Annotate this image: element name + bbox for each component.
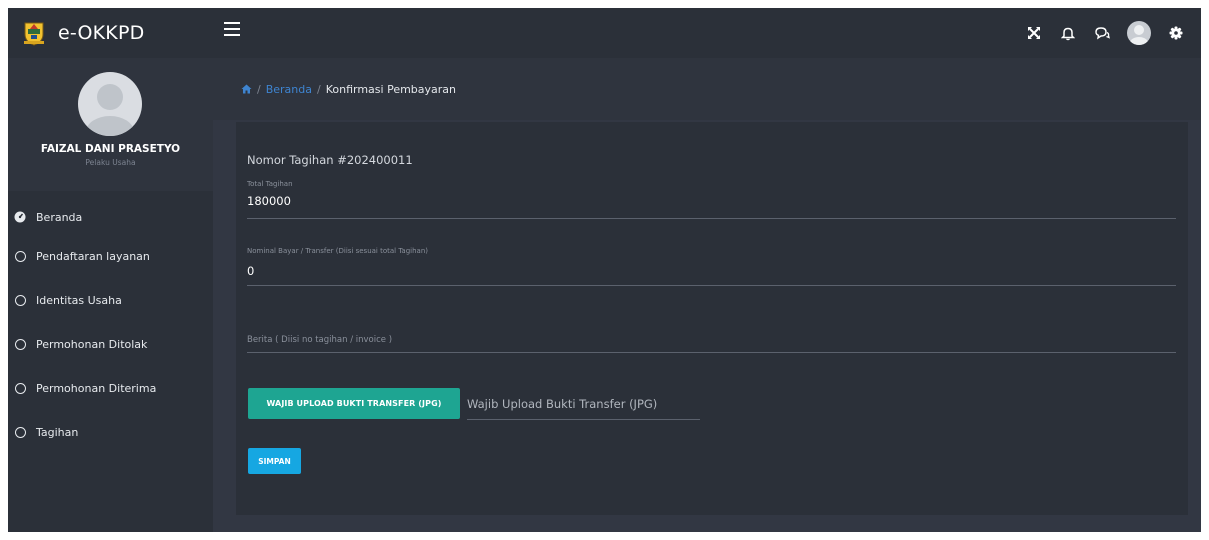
sidebar-item-permohonan-ditolak[interactable]: Permohonan Ditolak	[8, 322, 213, 366]
top-navbar: e-OKKPD	[8, 8, 1201, 58]
sidebar: FAIZAL DANI PRASETYO Pelaku Usaha Berand…	[8, 58, 213, 532]
upload-proof-button[interactable]: WAJIB UPLOAD BUKTI TRANSFER (JPG)	[248, 388, 460, 419]
save-button[interactable]: SIMPAN	[248, 448, 301, 474]
sidebar-menu: Beranda Pendaftaran layanan Identitas Us…	[8, 208, 213, 454]
chat-icon[interactable]	[1093, 24, 1111, 42]
total-tagihan-field: Total Tagihan 180000	[247, 180, 1176, 219]
invoice-number: Nomor Tagihan #202400011	[247, 153, 413, 167]
total-tagihan-value: 180000	[247, 194, 291, 208]
payment-confirmation-card: Nomor Tagihan #202400011 Total Tagihan 1…	[236, 122, 1188, 515]
berita-field	[247, 322, 1176, 353]
berita-input[interactable]	[247, 330, 1176, 346]
gear-icon[interactable]	[1167, 24, 1185, 42]
fullscreen-icon[interactable]	[1025, 24, 1043, 42]
home-icon[interactable]	[241, 84, 252, 94]
user-name: FAIZAL DANI PRASETYO	[40, 143, 181, 155]
nominal-bayar-label: Nominal Bayar / Transfer (Diisi sesuai t…	[247, 247, 429, 255]
circle-icon	[14, 250, 26, 262]
brand[interactable]: e-OKKPD	[8, 8, 213, 58]
circle-icon	[14, 338, 26, 350]
hamburger-icon[interactable]	[224, 22, 240, 36]
app-name: e-OKKPD	[58, 22, 145, 44]
circle-icon	[14, 426, 26, 438]
sidebar-item-label: Beranda	[36, 210, 83, 224]
sidebar-item-label: Permohonan Diterima	[36, 381, 157, 395]
sidebar-item-identitas-usaha[interactable]: Identitas Usaha	[8, 278, 213, 322]
sidebar-item-beranda[interactable]: Beranda	[8, 200, 213, 234]
province-emblem-icon	[24, 22, 44, 46]
sidebar-item-label: Permohonan Ditolak	[36, 337, 148, 351]
app-frame: e-OKKPD FAIZAL DANI PRASETYO Pelaku Usah…	[8, 8, 1201, 532]
sidebar-item-label: Identitas Usaha	[36, 293, 122, 307]
upload-proof-field	[467, 390, 700, 420]
breadcrumb-separator: /	[257, 82, 261, 96]
nominal-bayar-field: Nominal Bayar / Transfer (Diisi sesuai t…	[247, 247, 1176, 286]
circle-icon	[14, 294, 26, 306]
dashboard-icon	[14, 211, 26, 223]
sidebar-item-pendaftaran-layanan[interactable]: Pendaftaran layanan	[8, 234, 213, 278]
user-role: Pelaku Usaha	[85, 158, 136, 167]
breadcrumb-link-beranda[interactable]: Beranda	[266, 83, 312, 96]
sidebar-item-permohonan-diterima[interactable]: Permohonan Diterima	[8, 366, 213, 410]
sidebar-item-tagihan[interactable]: Tagihan	[8, 410, 213, 454]
circle-icon	[14, 382, 26, 394]
breadcrumb-separator: /	[317, 82, 321, 96]
sidebar-item-label: Pendaftaran layanan	[36, 249, 150, 263]
user-avatar[interactable]	[1127, 21, 1151, 45]
top-icon-group	[1009, 8, 1185, 58]
breadcrumb-current: Konfirmasi Pembayaran	[325, 82, 457, 96]
sidebar-item-label: Tagihan	[36, 425, 79, 439]
bell-icon[interactable]	[1059, 24, 1077, 42]
user-profile: FAIZAL DANI PRASETYO Pelaku Usaha	[8, 58, 213, 191]
breadcrumb: / Beranda / Konfirmasi Pembayaran	[213, 58, 1201, 120]
avatar	[78, 72, 142, 136]
total-tagihan-label: Total Tagihan	[247, 180, 293, 188]
upload-proof-input[interactable]	[467, 394, 700, 414]
nominal-bayar-input[interactable]	[247, 263, 1176, 279]
